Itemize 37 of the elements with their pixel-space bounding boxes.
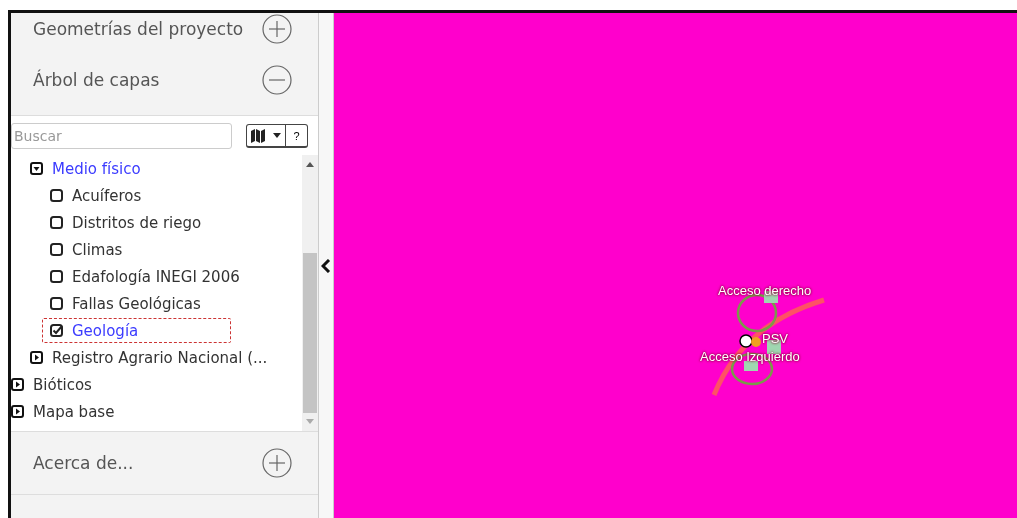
- layer-item[interactable]: Acuíferos: [11, 182, 302, 209]
- map-label: PSV: [762, 331, 788, 346]
- chevron-left-icon: [321, 258, 331, 273]
- help-button[interactable]: ?: [286, 124, 308, 148]
- expand-toggle-icon[interactable]: [11, 405, 24, 418]
- layer-group-label[interactable]: Mapa base: [33, 402, 115, 421]
- layer-group-label[interactable]: Bióticos: [33, 375, 92, 394]
- accordion-header[interactable]: Acerca de...: [11, 431, 318, 495]
- section-title: Geometrías del proyecto: [33, 19, 244, 39]
- layer-item[interactable]: Fallas Geológicas: [11, 290, 302, 317]
- expand-toggle-icon[interactable]: [30, 351, 43, 364]
- map-dropdown-button[interactable]: [246, 124, 286, 148]
- collapse-panel-handle[interactable]: [319, 13, 334, 518]
- checkbox-icon[interactable]: [50, 189, 63, 202]
- expand-icon[interactable]: [262, 14, 292, 44]
- scroll-up-icon[interactable]: [306, 161, 314, 167]
- layer-item[interactable]: Distritos de riego: [11, 209, 302, 236]
- section-title: Acerca de...: [33, 453, 134, 473]
- search-field[interactable]: Buscar: [11, 123, 232, 149]
- layer-item[interactable]: Geología: [41, 317, 232, 344]
- scrollbar[interactable]: [302, 155, 318, 431]
- caret-icon: [273, 133, 281, 138]
- layer-item[interactable]: Edafología INEGI 2006: [11, 263, 302, 290]
- checkbox-icon[interactable]: [50, 270, 63, 283]
- checkbox-icon[interactable]: [50, 297, 63, 310]
- layer-group-label[interactable]: Medio físico: [52, 159, 141, 178]
- map-label: Acceso derecho: [718, 283, 812, 298]
- expand-icon[interactable]: [262, 448, 292, 478]
- collapse-toggle-icon[interactable]: [30, 162, 43, 175]
- collapse-icon[interactable]: [262, 65, 292, 95]
- checkbox-icon[interactable]: [50, 243, 63, 256]
- layer-item[interactable]: Climas: [11, 236, 302, 263]
- section-title: Árbol de capas: [33, 70, 160, 90]
- checkbox-icon[interactable]: [50, 216, 63, 229]
- expand-toggle-icon[interactable]: [11, 378, 24, 391]
- checked-checkbox-icon[interactable]: [50, 324, 63, 337]
- layer-group-label[interactable]: Registro Agrario Nacional (...: [52, 348, 268, 367]
